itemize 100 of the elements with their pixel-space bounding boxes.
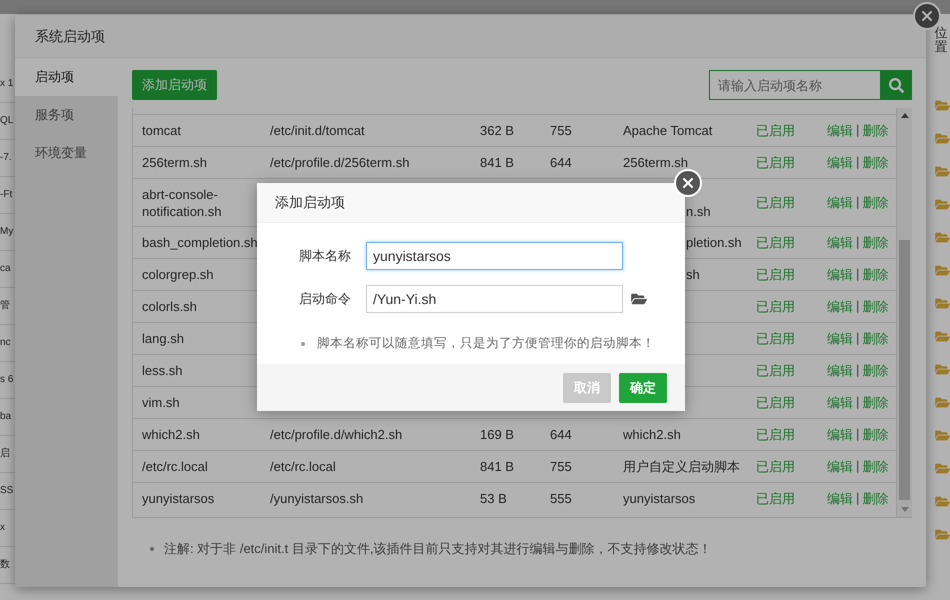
status-text: 已启用 [755, 298, 796, 316]
table-cell-text: 555 [549, 490, 573, 507]
table-cell-text: /etc/profile.d/256term.sh [269, 154, 410, 171]
delete-link[interactable]: 删除 [862, 330, 888, 348]
separator-text: | [856, 362, 860, 379]
delete-link[interactable]: 删除 [862, 490, 888, 508]
confirm-button[interactable]: 确定 [619, 372, 667, 402]
delete-link[interactable]: 删除 [862, 426, 888, 444]
scrollbar-thumb[interactable] [899, 240, 910, 500]
table-cell-text: 841 B [479, 458, 515, 475]
edit-link[interactable]: 编辑 [827, 362, 853, 380]
delete-link[interactable]: 删除 [862, 194, 888, 212]
delete-link[interactable]: 删除 [862, 362, 888, 380]
separator-text: | [856, 122, 860, 139]
delete-link[interactable]: 删除 [862, 154, 888, 172]
text-field[interactable]: /Yun-Yi.sh [366, 285, 623, 313]
status-text: 已启用 [755, 426, 796, 444]
table-cell-text: lang.sh [141, 330, 185, 347]
table-cell-text: /yunyistarsos.sh [269, 490, 364, 507]
note-text: 注解: 对于非 /etc/init.t 目录下的文件,该插件目前只支持对其进行编辑与删除，不支持修改状态！ [164, 540, 712, 558]
separator-text: | [856, 194, 860, 211]
field-label: 脚本名称 [299, 247, 352, 265]
hint-text: 脚本名称可以随意填写，只是为了方便管理你的启动脚本！ [317, 335, 655, 352]
table-cell-text: 755 [549, 458, 573, 475]
add-button[interactable]: 添加启动项 [132, 70, 217, 100]
edit-link[interactable]: 编辑 [827, 330, 853, 348]
status-text: 已启用 [755, 490, 796, 508]
scroll-down-icon[interactable] [900, 507, 908, 512]
table-cell-text: which2.sh [141, 426, 201, 443]
search-field[interactable]: 请输入启动项名称 [709, 70, 880, 100]
edit-link[interactable]: 编辑 [827, 298, 853, 316]
edit-link[interactable]: 编辑 [827, 490, 853, 508]
table-cell-text: 53 B [479, 490, 508, 507]
table-cell-text: tomcat [141, 122, 182, 139]
table-cell-text: 用户自定义启动脚本 [622, 458, 741, 475]
table-cell-text: n.sh [685, 202, 712, 220]
search-icon[interactable] [888, 78, 904, 92]
delete-link[interactable]: 删除 [862, 298, 888, 316]
table-cell-text: sh [685, 266, 701, 283]
table-cell-text: colorgrep.sh [141, 266, 215, 283]
delete-link[interactable]: 删除 [862, 122, 888, 140]
edit-link[interactable]: 编辑 [827, 426, 853, 444]
table-cell-text: 841 B [479, 154, 515, 171]
modal-title: 添加启动项 [257, 183, 685, 223]
table-cell-text: 256term.sh [141, 154, 208, 171]
close-icon[interactable] [680, 175, 696, 191]
table-cell-text: less.sh [141, 362, 184, 379]
status-text: 已启用 [755, 458, 796, 476]
delete-link[interactable]: 删除 [862, 234, 888, 252]
edit-link[interactable]: 编辑 [827, 394, 853, 412]
table-cell-text: 362 B [479, 122, 515, 139]
status-text: 已启用 [755, 122, 796, 140]
table-cell-text: colorls.sh [141, 298, 198, 315]
table-cell-text: 256term.sh [622, 154, 690, 171]
close-icon[interactable] [919, 8, 935, 24]
table-cell-text: bash_completion.sh [141, 234, 259, 251]
folder-icon[interactable] [630, 292, 648, 306]
delete-link[interactable]: 删除 [862, 394, 888, 412]
edit-link[interactable]: 编辑 [827, 194, 853, 212]
separator-text: | [856, 234, 860, 251]
edit-link[interactable]: 编辑 [827, 122, 853, 140]
separator-text: | [856, 330, 860, 347]
separator-text: | [856, 394, 860, 411]
scrollbar[interactable] [897, 108, 912, 517]
delete-link[interactable]: 删除 [862, 266, 888, 284]
column-header: 位置 [934, 26, 948, 55]
table-cell-text: 755 [549, 122, 573, 139]
table-cell-text: which2.sh [622, 426, 682, 443]
status-text: 已启用 [755, 154, 796, 172]
edit-link[interactable]: 编辑 [827, 234, 853, 252]
table-cell-text: /etc/init.d/tomcat [269, 122, 366, 139]
tab[interactable]: 启动项 [15, 58, 118, 96]
search-button[interactable] [880, 70, 912, 100]
status-text: 已启用 [755, 234, 796, 252]
table-cell-text: 644 [549, 154, 573, 171]
separator-text: | [856, 298, 860, 315]
status-text: 已启用 [755, 194, 796, 212]
table-cell-text: abrt-console-notification.sh [141, 186, 222, 220]
delete-link[interactable]: 删除 [862, 458, 888, 476]
separator-text: | [856, 266, 860, 283]
table-cell-text: yunyistarsos [622, 490, 696, 507]
table-cell-text: pletion.sh [685, 234, 743, 251]
separator-text: | [856, 426, 860, 443]
table-cell-text: Apache Tomcat [622, 122, 714, 139]
edit-link[interactable]: 编辑 [827, 266, 853, 284]
table-cell-text: /etc/rc.local [141, 458, 209, 475]
separator-text: | [856, 490, 860, 507]
dialog-title: 系统启动项 [15, 15, 926, 58]
edit-link[interactable]: 编辑 [827, 154, 853, 172]
separator-text: | [856, 154, 860, 171]
table-cell-text: vim.sh [141, 394, 181, 411]
field-label: 启动命令 [299, 290, 352, 308]
edit-link[interactable]: 编辑 [827, 458, 853, 476]
table-cell-text: /etc/rc.local [269, 458, 337, 475]
status-text: 已启用 [755, 266, 796, 284]
table-cell-text: yunyistarsos [141, 490, 216, 507]
table-cell-text: /etc/profile.d/which2.sh [269, 426, 404, 443]
scroll-up-icon[interactable] [900, 113, 908, 118]
status-text: 已启用 [755, 394, 796, 412]
text-field[interactable]: yunyistarsos [366, 242, 623, 270]
